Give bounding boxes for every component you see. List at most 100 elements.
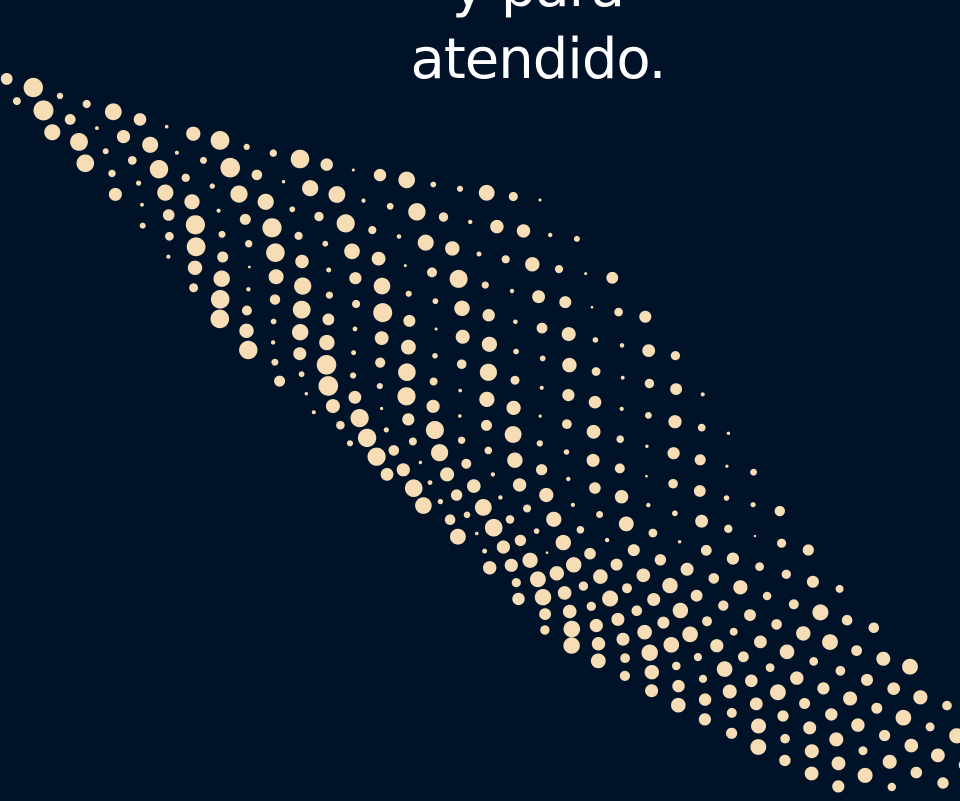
pattern-dot	[913, 690, 928, 705]
pattern-dot	[697, 423, 706, 432]
pattern-dot	[351, 350, 357, 356]
pattern-dot	[189, 283, 199, 293]
pattern-dot	[590, 305, 594, 309]
pattern-dot	[931, 748, 945, 763]
pattern-dot	[116, 130, 131, 144]
pattern-dot	[698, 693, 712, 706]
pattern-dot	[456, 359, 467, 370]
pattern-dot	[293, 347, 307, 361]
pattern-dot	[648, 528, 658, 538]
pattern-dot	[718, 600, 729, 611]
pattern-dot	[636, 568, 651, 583]
pattern-dot	[693, 485, 706, 497]
pattern-dot	[246, 287, 251, 292]
pattern-dot	[561, 327, 576, 342]
pattern-dot	[404, 479, 423, 498]
pattern-dot	[454, 300, 470, 316]
pattern-dot	[56, 92, 64, 100]
pattern-dot	[549, 566, 564, 581]
pattern-dot	[563, 637, 580, 654]
pattern-dot	[346, 440, 354, 447]
pattern-dot	[777, 710, 789, 722]
pattern-dot	[530, 571, 546, 588]
pattern-dot	[562, 604, 577, 619]
pattern-dot	[456, 185, 464, 192]
pattern-dot	[320, 158, 333, 171]
pattern-dot	[762, 591, 772, 601]
pattern-dot	[245, 240, 253, 248]
pattern-dot	[949, 728, 960, 744]
pattern-dot	[700, 544, 712, 556]
pattern-dot	[698, 674, 708, 684]
pattern-dot	[289, 206, 296, 213]
pattern-dot	[475, 531, 479, 536]
pattern-dot	[458, 388, 463, 393]
pattern-dot	[373, 277, 391, 295]
pattern-dot	[319, 334, 335, 351]
pattern-dot	[672, 679, 685, 693]
pattern-dot	[403, 264, 407, 268]
pattern-dot	[538, 414, 542, 418]
pattern-dot	[136, 180, 142, 186]
pattern-dot	[591, 637, 606, 651]
pattern-dot	[457, 436, 466, 444]
pattern-dot	[774, 505, 785, 517]
pattern-dot	[871, 702, 883, 714]
pattern-dot	[591, 367, 601, 376]
pattern-dot	[162, 209, 175, 221]
pattern-dot	[133, 113, 147, 126]
pattern-dot	[790, 671, 804, 685]
pattern-dot	[868, 622, 880, 634]
pattern-dot	[302, 180, 319, 197]
pattern-dot	[505, 515, 515, 524]
pattern-dot	[430, 181, 437, 188]
pattern-dot	[294, 231, 303, 240]
pattern-dot	[779, 754, 791, 767]
pattern-dot	[619, 670, 631, 682]
pattern-dot	[431, 444, 449, 462]
pattern-dot	[383, 427, 389, 433]
pattern-dot	[796, 626, 811, 641]
pattern-dot	[304, 392, 308, 396]
pattern-dot	[663, 637, 680, 653]
pattern-dot	[545, 551, 549, 554]
pattern-dot	[426, 399, 440, 413]
pattern-dot	[490, 219, 504, 234]
pattern-dot	[104, 103, 122, 121]
pattern-dot	[539, 385, 544, 390]
pattern-dot	[294, 277, 312, 295]
pattern-dot	[620, 653, 630, 663]
pattern-dot	[23, 77, 43, 98]
pattern-dot	[432, 353, 438, 359]
pattern-dot	[257, 193, 274, 210]
pattern-dot	[174, 150, 179, 155]
pattern-dot	[251, 169, 263, 181]
pattern-dot	[463, 511, 471, 519]
pattern-dot	[292, 324, 309, 341]
pattern-dot	[187, 260, 203, 275]
pattern-dot	[902, 658, 918, 675]
pattern-dot	[668, 415, 682, 429]
pattern-dot	[738, 651, 749, 663]
pattern-dot	[352, 326, 358, 332]
pattern-dot	[484, 518, 503, 537]
pattern-dot	[618, 516, 634, 532]
pattern-dot	[314, 211, 324, 222]
pattern-dot	[584, 547, 596, 560]
pattern-dot	[270, 340, 276, 345]
pattern-dot	[368, 226, 377, 235]
pattern-dot	[744, 609, 756, 621]
pattern-dot	[750, 468, 757, 476]
pattern-dot	[388, 445, 400, 456]
pattern-dot	[437, 498, 444, 505]
pattern-dot	[509, 288, 515, 294]
pattern-dot	[539, 355, 546, 362]
pattern-dot	[937, 777, 949, 789]
pattern-dot	[525, 257, 540, 272]
pattern-dot	[432, 298, 439, 305]
pattern-dot	[876, 651, 891, 666]
pattern-dot	[516, 224, 531, 238]
pattern-dot	[589, 482, 601, 494]
pattern-dot	[371, 251, 386, 266]
pattern-dot	[507, 452, 523, 468]
